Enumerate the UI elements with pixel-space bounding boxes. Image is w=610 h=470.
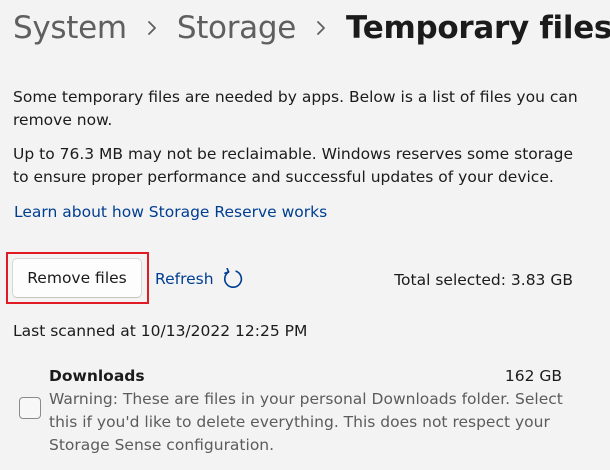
chevron-right-icon: [308, 6, 334, 50]
total-selected-text: Total selected: 3.83 GB: [394, 271, 573, 289]
file-description: Warning: These are files in your persona…: [49, 390, 563, 454]
refresh-icon: [222, 268, 244, 290]
remove-files-button[interactable]: Remove files: [12, 258, 142, 298]
list-item-downloads: Downloads 162 GB Warning: These are file…: [0, 362, 610, 470]
reserve-note-text: Up to 76.3 MB may not be reclaimable. Wi…: [13, 145, 573, 186]
description-text: Some temporary files are needed by apps.…: [13, 88, 578, 129]
chevron-right-icon: [139, 6, 165, 50]
file-name: Downloads: [49, 367, 145, 385]
downloads-checkbox[interactable]: [19, 397, 41, 419]
breadcrumb-item-system[interactable]: System: [13, 6, 127, 50]
breadcrumb: System Storage Temporary files: [13, 6, 610, 50]
refresh-button[interactable]: Refresh: [155, 267, 244, 291]
breadcrumb-item-storage[interactable]: Storage: [177, 6, 297, 50]
last-scanned-text: Last scanned at 10/13/2022 12:25 PM: [13, 322, 308, 340]
refresh-label: Refresh: [155, 270, 214, 288]
file-size: 162 GB: [504, 367, 562, 385]
learn-storage-reserve-link[interactable]: Learn about how Storage Reserve works: [14, 201, 327, 224]
page-title: Temporary files: [346, 10, 610, 46]
